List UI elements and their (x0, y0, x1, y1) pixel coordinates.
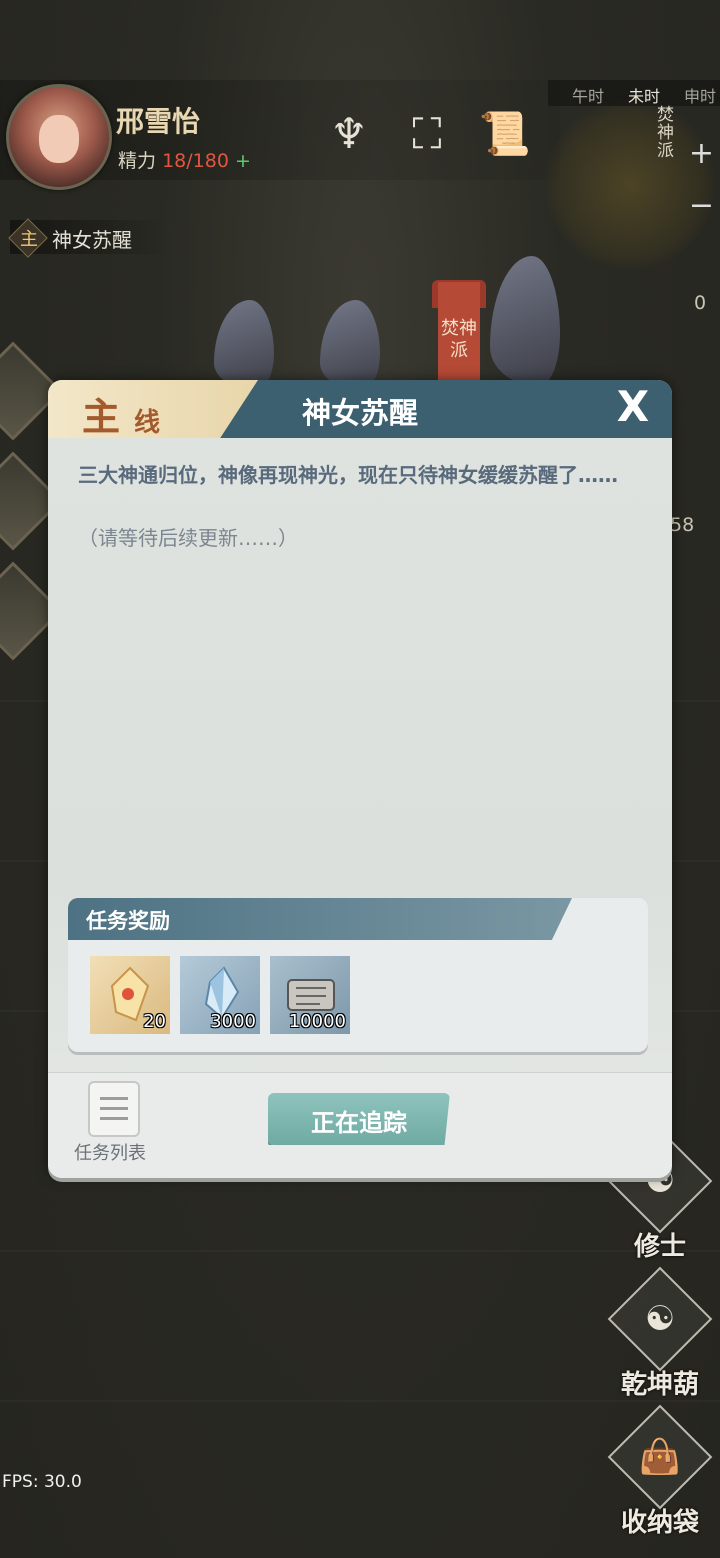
reward-section: 任务奖励 20 3000 10000 (68, 898, 648, 1052)
dialog-footer: 任务列表 正在追踪 (48, 1072, 672, 1178)
notification-count: 0 (694, 292, 707, 314)
time-slot-current: 未时 (628, 87, 661, 106)
reward-item[interactable]: 3000 (180, 956, 260, 1034)
quest-list-label: 任务列表 (74, 1143, 146, 1164)
item-count: 58 (670, 514, 695, 536)
storage-bag-icon: 👜 (607, 1404, 713, 1510)
reward-count: 3000 (210, 1011, 256, 1032)
quest-type-label: 主 (20, 229, 38, 250)
quest-note: （请等待后续更新……） (78, 526, 298, 550)
stamina: 精力 18/180 + (118, 146, 251, 173)
minimap[interactable]: 焚神派 (545, 100, 715, 270)
map-scroll-icon[interactable]: ⛶ (400, 104, 454, 164)
dialog-header: 主 线 神女苏醒 X (48, 380, 672, 439)
reward-count: 10000 (288, 1011, 346, 1032)
quest-dialog: 主 线 神女苏醒 X 三大神通归位，神像再现神光，现在只待神女缓缓苏醒了…… （… (48, 380, 672, 1178)
sect-banner[interactable]: 焚神派 (438, 282, 480, 382)
current-quest-tracker[interactable]: 主 神女苏醒 (8, 218, 170, 258)
time-bar: 午时 未时 申时 (548, 80, 720, 106)
tracking-button[interactable]: 正在追踪 (268, 1093, 450, 1145)
current-quest-name: 神女苏醒 (52, 228, 132, 252)
rock-decoration (490, 256, 560, 386)
list-icon (100, 1117, 128, 1120)
reward-title: 任务奖励 (86, 909, 170, 933)
list-icon (100, 1097, 128, 1100)
quest-list-button[interactable] (88, 1081, 140, 1137)
rock-decoration (320, 300, 380, 390)
fps-counter: FPS: 30.0 (2, 1472, 82, 1492)
gourd-icon: ☯ (607, 1266, 713, 1372)
quest-scroll-icon[interactable]: 📜 (478, 104, 532, 164)
dialog-title: 神女苏醒 (301, 396, 418, 430)
dialog-body: 三大神通归位，神像再现神光，现在只待神女缓缓苏醒了…… （请等待后续更新……） … (48, 438, 672, 1178)
zoom-in-button[interactable]: + (689, 136, 714, 171)
time-slot: 午时 (572, 87, 605, 106)
list-icon (100, 1107, 128, 1110)
reward-header: 任务奖励 (68, 898, 572, 940)
tracking-label: 正在追踪 (311, 1109, 407, 1137)
stamina-add-button[interactable]: + (235, 150, 251, 172)
minimap-sect-label: 焚神派 (657, 105, 674, 161)
reward-item[interactable]: 20 (90, 956, 170, 1034)
stamina-value: 18/180 (162, 150, 229, 172)
stamina-label: 精力 (118, 150, 157, 172)
incense-icon[interactable]: ♆ (322, 104, 376, 164)
reward-item[interactable]: 10000 (270, 956, 350, 1034)
menu-gourd[interactable]: ☯ 乾坤葫 (607, 1266, 713, 1401)
zoom-out-button[interactable]: − (689, 188, 714, 223)
quest-description: 三大神通归位，神像再现神光，现在只待神女缓缓苏醒了…… (78, 463, 618, 487)
reward-count: 20 (143, 1011, 166, 1032)
menu-storage-bag[interactable]: 👜 收纳袋 (607, 1404, 713, 1539)
rock-decoration (214, 300, 274, 390)
player-name: 邢雪怡 (116, 105, 201, 138)
time-slot: 申时 (684, 87, 717, 106)
close-button[interactable]: X (610, 384, 656, 430)
avatar[interactable] (6, 84, 112, 190)
